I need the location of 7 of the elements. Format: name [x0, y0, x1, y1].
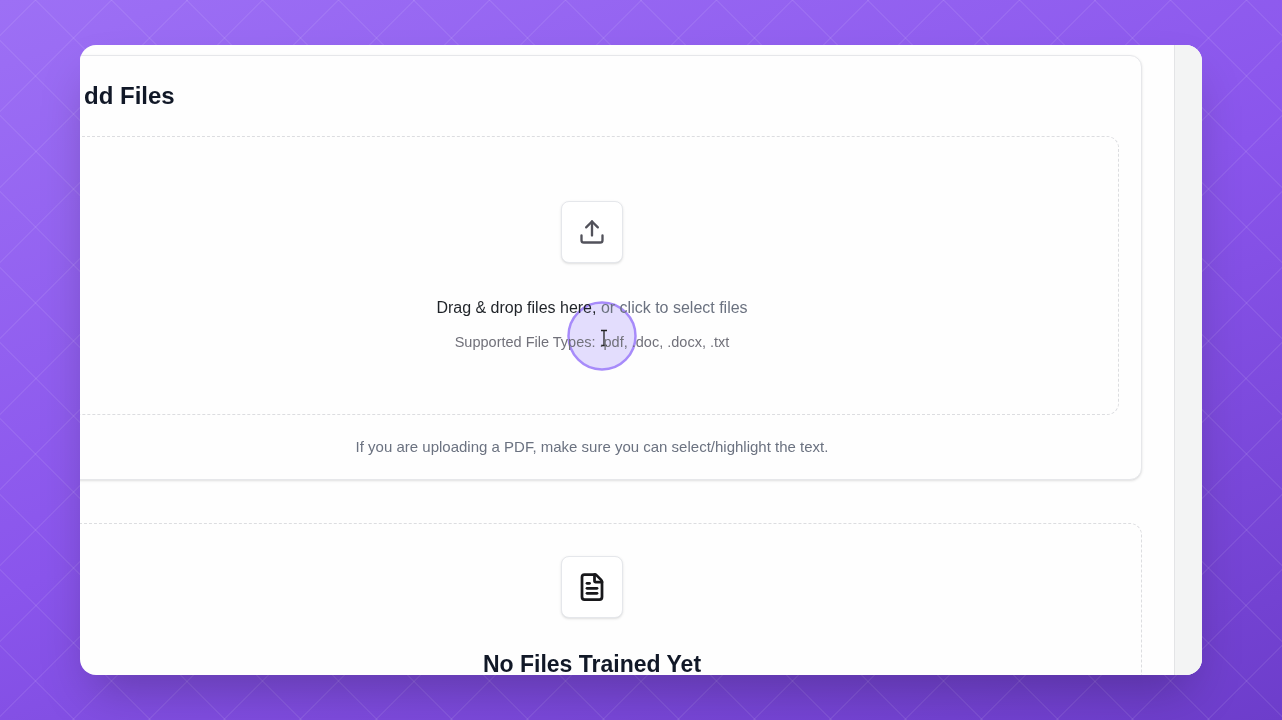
dropzone-prompt: Drag & drop files here, or click to select files [436, 298, 748, 318]
select-files-link[interactable]: or click to select files [600, 299, 748, 316]
section-title: dd Files [84, 81, 176, 111]
upload-icon [561, 201, 623, 263]
pdf-note: If you are uploading a PDF, make sure you can select/highlight the text. [354, 437, 830, 457]
empty-state-title: No Files Trained Yet [482, 653, 702, 675]
document-icon [561, 556, 623, 618]
